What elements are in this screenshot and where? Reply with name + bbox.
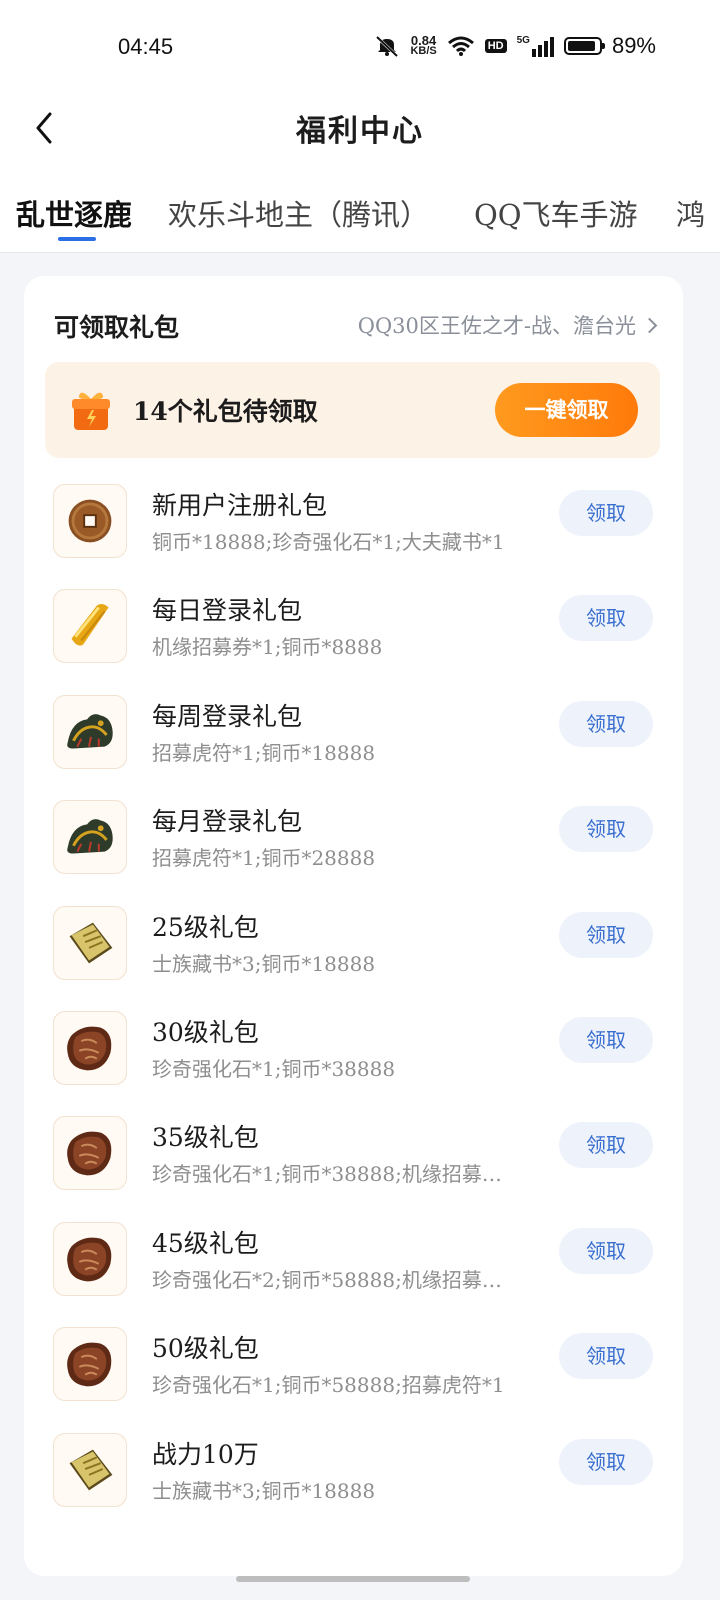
gift-name: 35级礼包	[152, 1123, 259, 1153]
gift-item: 新用户注册礼包铜币*18888;珍奇强化石*1;大夫藏书*1 领取	[24, 476, 683, 581]
gift-contents: 铜币*18888;珍奇强化石*1;大夫藏书*1	[152, 530, 505, 554]
book-icon	[53, 905, 127, 980]
gift-contents: 珍奇强化石*1;铜币*38888	[152, 1056, 396, 1081]
claim-all-button[interactable]: 一键领取	[495, 383, 638, 437]
tab-game-1[interactable]: 乱世逐鹿	[16, 192, 132, 234]
stone-icon	[53, 1327, 127, 1402]
gift-card: 可领取礼包 QQ30区王佐之才-战、澹台光 14个礼包待领取 一键领取 新用户注…	[24, 276, 683, 1576]
battery-icon	[563, 37, 605, 55]
hd-badge: HD	[484, 39, 507, 53]
gift-name: 战力10万	[152, 1439, 259, 1469]
status-icons: 0.84 KB/S HD 5G 89%	[374, 33, 656, 59]
gift-item: 30级礼包珍奇强化石*1;铜币*38888 领取	[24, 1003, 683, 1108]
stone-icon	[53, 1010, 127, 1085]
tab-game-4[interactable]: 鸿	[676, 192, 705, 234]
gift-name: 每日登录礼包	[152, 596, 303, 626]
chevron-right-icon	[641, 317, 658, 333]
gift-contents: 机缘招募券*1;铜币*8888	[152, 635, 383, 660]
gift-name: 30级礼包	[152, 1017, 259, 1047]
claim-button[interactable]: 领取	[559, 700, 653, 747]
stone-icon	[53, 1116, 127, 1191]
tab-game-2[interactable]: 欢乐斗地主（腾讯）	[168, 192, 429, 234]
home-indicator[interactable]	[236, 1576, 470, 1582]
claim-button[interactable]: 领取	[559, 911, 653, 958]
battery-level	[567, 41, 595, 51]
header: 福利中心	[0, 92, 720, 162]
claim-button[interactable]: 领取	[559, 595, 653, 642]
gift-name: 50级礼包	[152, 1334, 259, 1364]
gift-item: 每月登录礼包招募虎符*1;铜币*28888 领取	[24, 792, 683, 897]
gift-item: 50级礼包珍奇强化石*1;铜币*58888;招募虎符*1 领取	[24, 1319, 683, 1424]
network-speed-unit: KB/S	[410, 45, 437, 57]
section-title: 可领取礼包	[54, 313, 180, 342]
wifi-icon	[447, 36, 474, 56]
pending-gifts-banner: 14个礼包待领取 一键领取	[45, 362, 660, 458]
claim-button[interactable]: 领取	[559, 806, 653, 853]
tiger-tally-icon	[53, 800, 127, 875]
claim-button[interactable]: 领取	[559, 490, 653, 536]
gift-item: 每日登录礼包机缘招募券*1;铜币*8888 领取	[24, 581, 683, 686]
ticket-icon	[53, 589, 127, 664]
gift-item: 每周登录礼包招募虎符*1;铜币*18888 领取	[24, 687, 683, 792]
gift-contents: 珍奇强化石*2;铜币*58888;机缘招募…	[152, 1267, 502, 1292]
coin-icon	[53, 484, 127, 558]
claim-button[interactable]: 领取	[559, 1122, 653, 1169]
gift-item: 战力10万士族藏书*3;铜币*18888 领取	[24, 1425, 683, 1530]
status-time: 04:45	[118, 34, 174, 59]
gift-item: 35级礼包珍奇强化石*1;铜币*38888;机缘招募… 领取	[24, 1108, 683, 1213]
cellular-signal-icon: 5G	[517, 35, 554, 57]
gift-name: 新用户注册礼包	[152, 491, 328, 520]
battery-percent: 89%	[611, 33, 656, 58]
network-speed: 0.84 KB/S	[410, 34, 437, 57]
gift-item: 25级礼包士族藏书*3;铜币*18888 领取	[24, 898, 683, 1003]
server-name: QQ30区王佐之才-战、澹台光	[357, 314, 636, 338]
signal-type: 5G	[516, 35, 530, 46]
gift-box-icon	[72, 392, 110, 430]
page-title: 福利中心	[296, 114, 424, 149]
gift-contents: 士族藏书*3;铜币*18888	[152, 951, 376, 976]
claim-button[interactable]: 领取	[559, 1227, 653, 1274]
gift-item: 45级礼包珍奇强化石*2;铜币*58888;机缘招募… 领取	[24, 1214, 683, 1319]
gift-name: 45级礼包	[152, 1228, 259, 1258]
server-selector[interactable]: QQ30区王佐之才-战、澹台光	[357, 310, 658, 340]
gift-name: 每月登录礼包	[152, 807, 303, 837]
gift-name: 每周登录礼包	[152, 701, 303, 731]
tab-game-3[interactable]: QQ飞车手游	[474, 192, 638, 234]
tiger-tally-icon	[53, 694, 127, 769]
gift-contents: 招募虎符*1;铜币*18888	[152, 740, 376, 765]
claim-button[interactable]: 领取	[559, 1016, 653, 1063]
book-icon	[53, 1432, 127, 1507]
claim-button[interactable]: 领取	[559, 1438, 653, 1485]
pending-gifts-count: 14个礼包待领取	[133, 397, 318, 426]
gift-contents: 招募虎符*1;铜币*28888	[152, 846, 376, 871]
stone-icon	[53, 1221, 127, 1296]
claim-button[interactable]: 领取	[559, 1333, 653, 1380]
active-tab-indicator	[58, 237, 96, 241]
mute-icon	[376, 35, 399, 57]
gift-list: 新用户注册礼包 铜币*18888;珍奇强化石*1;大夫藏书*1 领取 每日登录礼包 机缘…	[24, 476, 683, 1530]
gift-name: 25级礼包	[152, 912, 259, 942]
gift-contents: 珍奇强化石*1;铜币*38888;机缘招募…	[152, 1162, 502, 1187]
game-tabs: 乱世逐鹿 欢乐斗地主（腾讯） QQ飞车手游 鸿	[0, 162, 720, 253]
status-bar: 04:45 0.84 KB/S HD 5G 89%	[0, 0, 720, 92]
gift-contents: 珍奇强化石*1;铜币*58888;招募虎符*1	[152, 1373, 505, 1398]
gift-contents: 士族藏书*3;铜币*18888	[152, 1478, 376, 1503]
